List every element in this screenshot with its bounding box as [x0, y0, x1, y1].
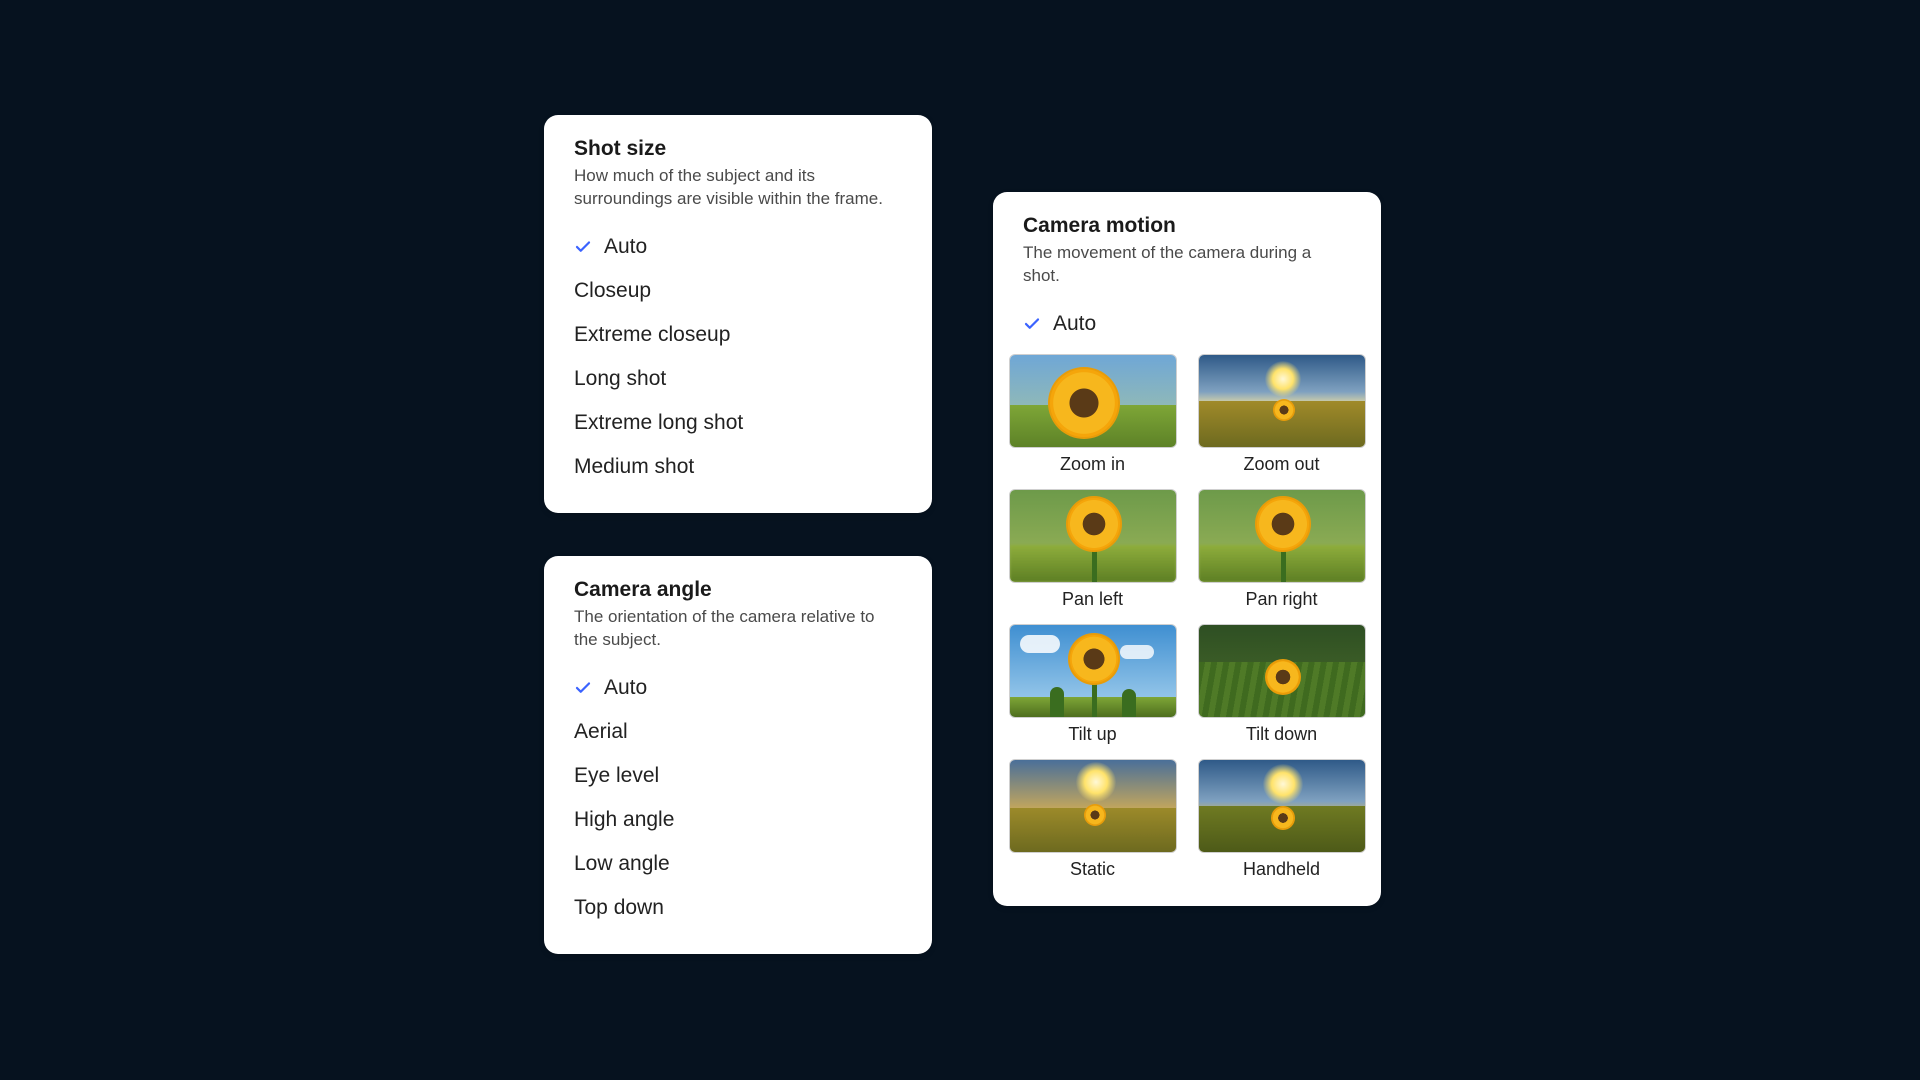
camera-angle-list: Auto Aerial Eye level High angle Low ang…	[574, 666, 902, 930]
option-label: Long shot	[574, 367, 902, 391]
option-label: Low angle	[574, 852, 902, 876]
option-label: Top down	[574, 896, 902, 920]
option-label: Extreme long shot	[574, 411, 902, 435]
thumbnail-zoom-in	[1009, 354, 1177, 448]
camera-motion-option-tilt-up[interactable]: Tilt up	[1007, 624, 1178, 753]
camera-angle-title: Camera angle	[574, 578, 902, 602]
camera-motion-option-zoom-in[interactable]: Zoom in	[1007, 354, 1178, 483]
camera-angle-option-eye-level[interactable]: Eye level	[574, 754, 902, 798]
shot-size-option-extreme-long-shot[interactable]: Extreme long shot	[574, 401, 902, 445]
camera-angle-option-auto[interactable]: Auto	[574, 666, 902, 710]
option-label: Extreme closeup	[574, 323, 902, 347]
camera-motion-option-static[interactable]: Static	[1007, 759, 1178, 888]
camera-motion-auto-row: Auto	[1007, 302, 1367, 346]
check-icon	[574, 679, 598, 697]
option-label: Medium shot	[574, 455, 902, 479]
camera-motion-option-auto[interactable]: Auto	[1023, 302, 1351, 346]
check-icon	[574, 238, 598, 256]
option-label: Auto	[604, 676, 902, 700]
camera-angle-option-high-angle[interactable]: High angle	[574, 798, 902, 842]
shot-size-panel: Shot size How much of the subject and it…	[544, 115, 932, 513]
option-label: Handheld	[1243, 853, 1320, 888]
camera-motion-option-handheld[interactable]: Handheld	[1196, 759, 1367, 888]
option-label: Tilt up	[1068, 718, 1116, 753]
option-label: Pan right	[1245, 583, 1317, 618]
thumbnail-pan-left	[1009, 489, 1177, 583]
shot-size-list: Auto Closeup Extreme closeup Long shot E…	[574, 225, 902, 489]
option-label: Auto	[1053, 312, 1351, 336]
camera-angle-option-top-down[interactable]: Top down	[574, 886, 902, 930]
shot-size-option-long-shot[interactable]: Long shot	[574, 357, 902, 401]
thumbnail-tilt-down	[1198, 624, 1366, 718]
camera-angle-desc: The orientation of the camera relative t…	[574, 606, 902, 652]
thumbnail-static	[1009, 759, 1177, 853]
option-label: Auto	[604, 235, 902, 259]
shot-size-title: Shot size	[574, 137, 902, 161]
camera-motion-option-pan-left[interactable]: Pan left	[1007, 489, 1178, 618]
option-label: Zoom out	[1243, 448, 1319, 483]
camera-motion-option-tilt-down[interactable]: Tilt down	[1196, 624, 1367, 753]
camera-motion-option-zoom-out[interactable]: Zoom out	[1196, 354, 1367, 483]
thumbnail-tilt-up	[1009, 624, 1177, 718]
camera-motion-option-pan-right[interactable]: Pan right	[1196, 489, 1367, 618]
option-label: Pan left	[1062, 583, 1123, 618]
thumbnail-zoom-out	[1198, 354, 1366, 448]
camera-angle-option-low-angle[interactable]: Low angle	[574, 842, 902, 886]
option-label: Static	[1070, 853, 1115, 888]
option-label: Zoom in	[1060, 448, 1125, 483]
camera-angle-panel: Camera angle The orientation of the came…	[544, 556, 932, 954]
check-icon	[1023, 315, 1047, 333]
shot-size-option-closeup[interactable]: Closeup	[574, 269, 902, 313]
option-label: Tilt down	[1246, 718, 1317, 753]
option-label: Eye level	[574, 764, 902, 788]
option-label: High angle	[574, 808, 902, 832]
thumbnail-pan-right	[1198, 489, 1366, 583]
camera-motion-panel: Camera motion The movement of the camera…	[993, 192, 1381, 906]
camera-motion-desc: The movement of the camera during a shot…	[1007, 242, 1367, 288]
camera-motion-grid: Zoom in Zoom out Pan left	[1007, 354, 1367, 888]
option-label: Closeup	[574, 279, 902, 303]
thumbnail-handheld	[1198, 759, 1366, 853]
shot-size-desc: How much of the subject and its surround…	[574, 165, 902, 211]
shot-size-option-extreme-closeup[interactable]: Extreme closeup	[574, 313, 902, 357]
option-label: Aerial	[574, 720, 902, 744]
shot-size-option-medium-shot[interactable]: Medium shot	[574, 445, 902, 489]
camera-angle-option-aerial[interactable]: Aerial	[574, 710, 902, 754]
shot-size-option-auto[interactable]: Auto	[574, 225, 902, 269]
camera-motion-title: Camera motion	[1007, 214, 1367, 238]
